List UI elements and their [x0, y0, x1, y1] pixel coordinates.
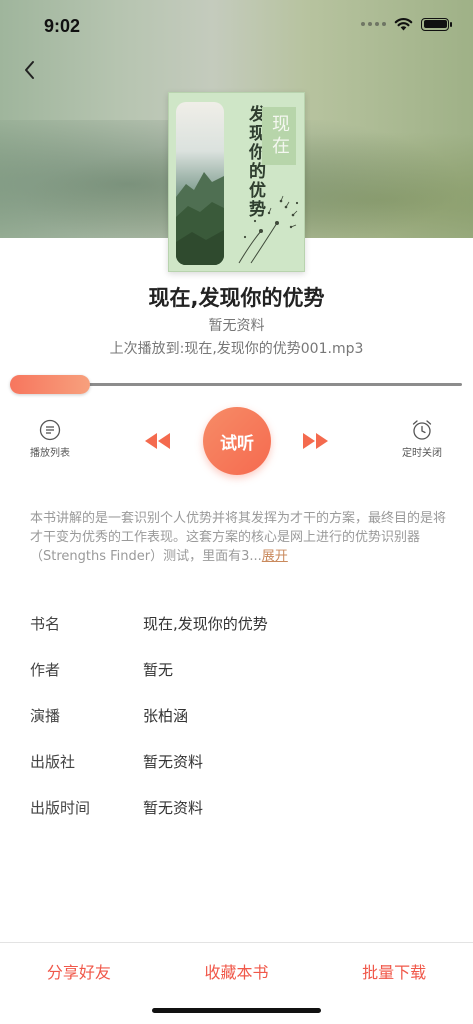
back-button[interactable]	[16, 56, 44, 84]
detail-key: 作者	[30, 660, 61, 679]
book-cover: 发现你的优势 现在	[168, 92, 305, 272]
book-title: 现在,发现你的优势	[148, 286, 325, 310]
detail-value: 张柏涵	[143, 706, 189, 725]
progress-thumb[interactable]	[10, 375, 90, 394]
detail-row-narrator: 演播 张柏涵	[30, 692, 450, 738]
battery-icon	[421, 17, 452, 31]
fast-forward-icon	[303, 433, 328, 449]
alarm-clock-icon	[412, 420, 432, 440]
detail-key: 演播	[30, 706, 61, 725]
dandelion-decoration	[238, 195, 299, 264]
favorite-button[interactable]: 收藏本书	[158, 943, 316, 1002]
detail-row-author: 作者 暂无	[30, 646, 450, 692]
fast-forward-button[interactable]	[301, 430, 331, 452]
share-button[interactable]: 分享好友	[0, 943, 158, 1002]
sleep-timer-label: 定时关闭	[402, 448, 442, 459]
detail-value: 暂无资料	[143, 752, 204, 771]
cover-stamp: 现在	[262, 107, 296, 165]
status-icons	[361, 17, 452, 31]
book-subtitle: 暂无资料	[208, 318, 265, 334]
signal-dots-icon	[361, 22, 386, 26]
play-preview-button[interactable]: 试听	[203, 407, 271, 475]
detail-row-publisher: 出版社 暂无资料	[30, 738, 450, 784]
status-time: 9:02	[44, 16, 81, 36]
rewind-button[interactable]	[142, 430, 172, 452]
detail-row-title: 书名 现在,发现你的优势	[30, 600, 450, 646]
detail-key: 出版时间	[30, 798, 91, 817]
last-played-info: 上次播放到:现在,发现你的优势001.mp3	[109, 341, 364, 357]
batch-download-button[interactable]: 批量下载	[315, 943, 473, 1002]
playlist-label: 播放列表	[30, 448, 70, 459]
home-indicator	[152, 1008, 321, 1013]
status-bar: 9:02	[0, 0, 473, 50]
rewind-icon	[145, 433, 170, 449]
bottom-action-bar: 分享好友 收藏本书 批量下载	[0, 942, 473, 1002]
chevron-left-icon	[25, 61, 34, 79]
detail-row-publish-date: 出版时间 暂无资料	[30, 784, 450, 830]
play-preview-label: 试听	[220, 433, 254, 454]
cover-landscape-image	[176, 102, 224, 265]
detail-value: 暂无	[143, 660, 174, 679]
detail-value: 现在,发现你的优势	[143, 614, 268, 633]
wifi-icon	[394, 18, 413, 31]
detail-value: 暂无资料	[143, 798, 204, 817]
sleep-timer-button[interactable]: 定时关闭	[392, 419, 452, 459]
detail-key: 出版社	[30, 752, 76, 771]
description-text: 本书讲解的是一套识别个人优势并将其发挥为才干的方案，最终目的是将才干变为优秀的工…	[30, 511, 447, 564]
detail-key: 书名	[30, 614, 61, 633]
expand-link[interactable]: 展开	[262, 549, 288, 564]
book-description: 本书讲解的是一套识别个人优势并将其发挥为才干的方案，最终目的是将才干变为优秀的工…	[30, 509, 446, 566]
playback-progress-slider[interactable]	[10, 374, 462, 394]
player-controls: 播放列表 试听 定时关闭	[0, 405, 473, 477]
playlist-icon	[39, 419, 61, 441]
playlist-button[interactable]: 播放列表	[20, 419, 80, 459]
book-details: 书名 现在,发现你的优势 作者 暂无 演播 张柏涵 出版社 暂无资料 出版时间 …	[30, 600, 450, 830]
